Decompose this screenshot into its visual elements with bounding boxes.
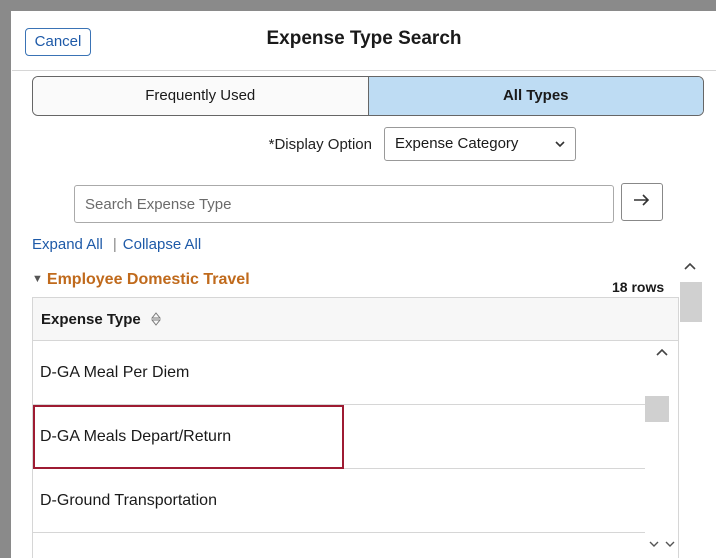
modal-header: Cancel Expense Type Search <box>12 12 716 71</box>
search-go-button[interactable] <box>621 183 663 221</box>
expense-type-grid: Expense Type D-GA Meal Per Diem D-GA Mea… <box>32 297 679 558</box>
rows-count: 18 rows <box>612 279 665 295</box>
collapse-all-link[interactable]: Collapse All <box>123 236 201 253</box>
expand-collapse-links: Expand All | Collapse All <box>32 236 201 253</box>
table-row-highlighted[interactable]: D-GA Meals Depart/Return <box>33 405 344 469</box>
group-header[interactable]: ▼ Employee Domestic Travel <box>32 271 250 289</box>
display-option-value: Expense Category <box>395 135 519 152</box>
scroll-up-icon[interactable] <box>645 341 678 375</box>
display-option-select[interactable]: Expense Category <box>384 127 576 161</box>
tab-all-types[interactable]: All Types <box>368 77 703 115</box>
row-label: D-GA Meal Per Diem <box>40 364 190 381</box>
group-title: Employee Domestic Travel <box>46 271 250 288</box>
column-header-label: Expense Type <box>41 311 141 328</box>
column-header-expense-type[interactable]: Expense Type <box>33 297 678 341</box>
expand-all-link[interactable]: Expand All <box>32 236 103 253</box>
link-separator: | <box>112 236 117 253</box>
table-row[interactable]: D-GA Meal Per Diem <box>33 341 645 405</box>
chevron-down-icon <box>555 128 565 173</box>
scroll-down-icon[interactable] <box>645 538 678 552</box>
search-input[interactable] <box>74 185 614 223</box>
page-scrollbar[interactable] <box>677 258 703 558</box>
row-label: D-Ground Transportation <box>40 492 217 509</box>
arrow-right-icon <box>633 192 651 213</box>
triangle-down-icon: ▼ <box>32 273 43 285</box>
grid-scrollbar[interactable] <box>645 341 678 558</box>
display-option-label: *Display Option <box>268 136 372 153</box>
table-row[interactable]: D-Ground Transportation <box>33 469 645 533</box>
scroll-up-icon[interactable] <box>677 258 703 274</box>
sort-icon[interactable] <box>147 311 161 327</box>
type-segmented-control: Frequently Used All Types <box>32 76 704 116</box>
tab-frequently-used[interactable]: Frequently Used <box>33 77 369 115</box>
row-label: D-GA Meals Depart/Return <box>40 428 232 445</box>
page-title: Expense Type Search <box>266 28 462 49</box>
scrollbar-thumb[interactable] <box>645 396 669 422</box>
scrollbar-thumb[interactable] <box>680 282 702 322</box>
